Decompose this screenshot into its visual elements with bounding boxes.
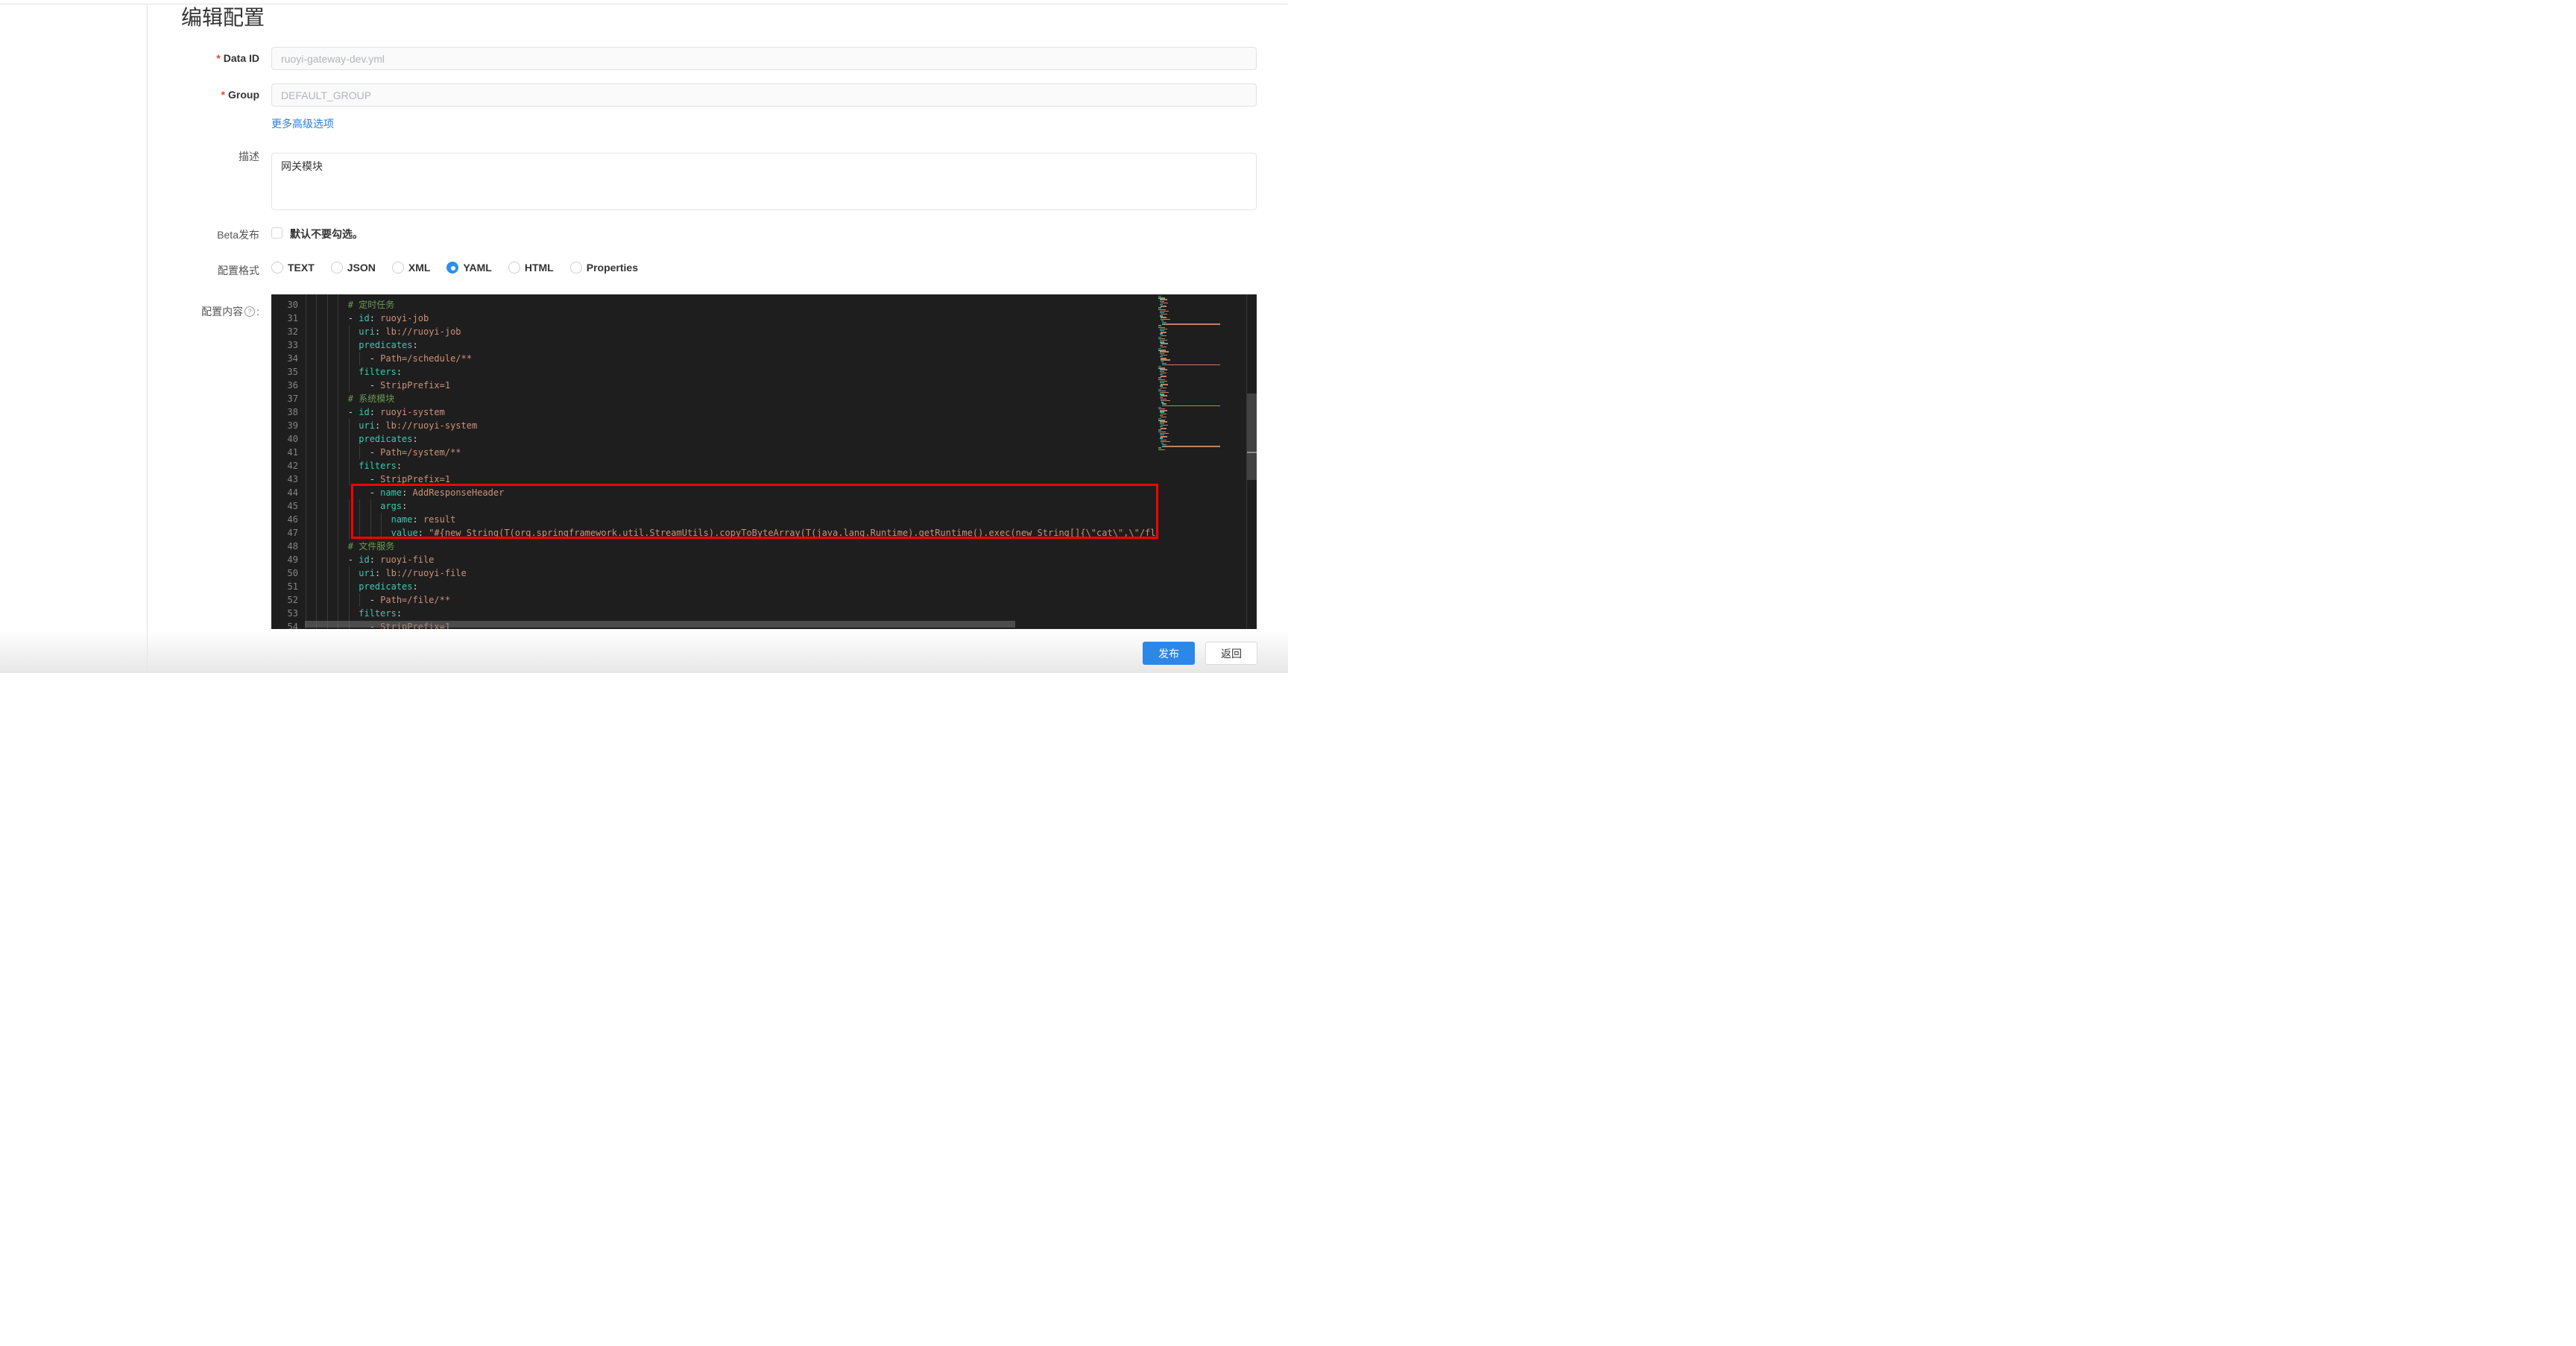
line-number: 49	[271, 553, 305, 566]
radio-option-json[interactable]: JSON	[331, 262, 376, 274]
radio-label: YAML	[463, 262, 491, 274]
line-number: 32	[271, 325, 305, 338]
code-line-42: 42 filters:	[271, 459, 1156, 473]
publish-button[interactable]: 发布	[1143, 642, 1195, 665]
radio-circle-icon[interactable]	[271, 262, 283, 274]
radio-circle-icon[interactable]	[446, 262, 458, 274]
minimap[interactable]	[1155, 294, 1246, 629]
advanced-options-link[interactable]: 更多高级选项	[271, 116, 334, 131]
footer-fade	[0, 630, 1288, 673]
line-number: 44	[271, 486, 305, 499]
format-radio-group: TEXT JSON XML YAML HTML Properties	[271, 262, 638, 274]
beta-label: Beta发布	[0, 227, 259, 242]
code-line-33: 33 predicates:	[271, 338, 1156, 352]
radio-option-html[interactable]: HTML	[508, 262, 554, 274]
group-input[interactable]	[271, 83, 1257, 107]
required-mark: *	[221, 89, 225, 101]
code-line-49: 49 - id: ruoyi-file	[271, 553, 1156, 566]
code-line-41: 41 - Path=/system/**	[271, 446, 1156, 459]
line-number: 34	[271, 352, 305, 365]
line-number: 33	[271, 338, 305, 352]
radio-circle-icon[interactable]	[508, 262, 520, 274]
line-number: 46	[271, 513, 305, 526]
code-line-30: 30 # 定时任务	[271, 298, 1156, 312]
code-line-52: 52 - Path=/file/**	[271, 593, 1156, 607]
horizontal-scrollbar-thumb[interactable]	[305, 621, 1015, 628]
code-line-36: 36 - StripPrefix=1	[271, 379, 1156, 392]
line-number: 36	[271, 379, 305, 392]
code-line-32: 32 uri: lb://ruoyi-job	[271, 325, 1156, 338]
vertical-scrollbar-thumb[interactable]	[1247, 394, 1257, 480]
code-line-40: 40 predicates:	[271, 432, 1156, 446]
format-label: 配置格式	[0, 263, 259, 278]
code-line-51: 51 predicates:	[271, 580, 1156, 593]
required-mark: *	[216, 52, 220, 64]
line-number: 39	[271, 419, 305, 432]
code-line-53: 53 filters:	[271, 607, 1156, 620]
code-line-31: 31 - id: ruoyi-job	[271, 312, 1156, 325]
line-number: 50	[271, 566, 305, 580]
line-number: 31	[271, 312, 305, 325]
code-line-34: 34 - Path=/schedule/**	[271, 352, 1156, 365]
code-line-48: 48 # 文件服务	[271, 540, 1156, 553]
line-number: 43	[271, 473, 305, 486]
radio-option-text[interactable]: TEXT	[271, 262, 315, 274]
line-number: 45	[271, 499, 305, 513]
line-number: 37	[271, 392, 305, 405]
config-edit-page: 编辑配置 *Data ID *Group 更多高级选项 描述 网关模块 Beta…	[0, 0, 1288, 673]
line-number: 53	[271, 607, 305, 620]
line-number: 48	[271, 540, 305, 553]
data-id-input[interactable]	[271, 47, 1257, 70]
code-line-50: 50 uri: lb://ruoyi-file	[271, 566, 1156, 580]
code-line-39: 39 uri: lb://ruoyi-system	[271, 419, 1156, 432]
description-label: 描述	[0, 149, 259, 164]
radio-option-properties[interactable]: Properties	[570, 262, 638, 274]
radio-label: XML	[408, 262, 431, 274]
radio-option-yaml[interactable]: YAML	[446, 262, 491, 274]
radio-label: TEXT	[288, 262, 315, 274]
description-textarea[interactable]: 网关模块	[271, 153, 1257, 210]
line-number: 35	[271, 365, 305, 379]
line-number: 40	[271, 432, 305, 446]
line-number: 38	[271, 405, 305, 419]
config-content-editor[interactable]: 30 # 定时任务31 - id: ruoyi-job32 uri: lb://…	[271, 294, 1257, 629]
line-number: 47	[271, 526, 305, 540]
radio-circle-icon[interactable]	[392, 262, 404, 274]
back-button[interactable]: 返回	[1205, 642, 1257, 665]
code-line-35: 35 filters:	[271, 365, 1156, 379]
data-id-label: *Data ID	[0, 52, 259, 64]
content-label: 配置内容?:	[0, 304, 259, 319]
highlight-annotation-box	[351, 484, 1158, 539]
radio-label: Properties	[587, 262, 638, 274]
radio-option-xml[interactable]: XML	[392, 262, 431, 274]
code-lines: 30 # 定时任务31 - id: ruoyi-job32 uri: lb://…	[271, 298, 1156, 629]
line-number: 30	[271, 298, 305, 312]
beta-checkbox[interactable]	[271, 227, 282, 238]
radio-circle-icon[interactable]	[331, 262, 343, 274]
scrollbar-marker	[1247, 452, 1257, 453]
code-line-38: 38 - id: ruoyi-system	[271, 405, 1156, 419]
radio-circle-icon[interactable]	[570, 262, 582, 274]
line-number: 42	[271, 459, 305, 473]
radio-label: HTML	[525, 262, 554, 274]
code-line-37: 37 # 系统模块	[271, 392, 1156, 405]
radio-label: JSON	[347, 262, 376, 274]
line-number: 52	[271, 593, 305, 607]
line-number: 54	[271, 620, 305, 629]
help-icon[interactable]: ?	[244, 306, 255, 317]
line-number: 51	[271, 580, 305, 593]
beta-hint-text: 默认不要勾选。	[290, 227, 363, 241]
group-label: *Group	[0, 89, 259, 101]
left-sidebar	[0, 4, 148, 673]
page-title: 编辑配置	[181, 1, 265, 31]
line-number: 41	[271, 446, 305, 459]
